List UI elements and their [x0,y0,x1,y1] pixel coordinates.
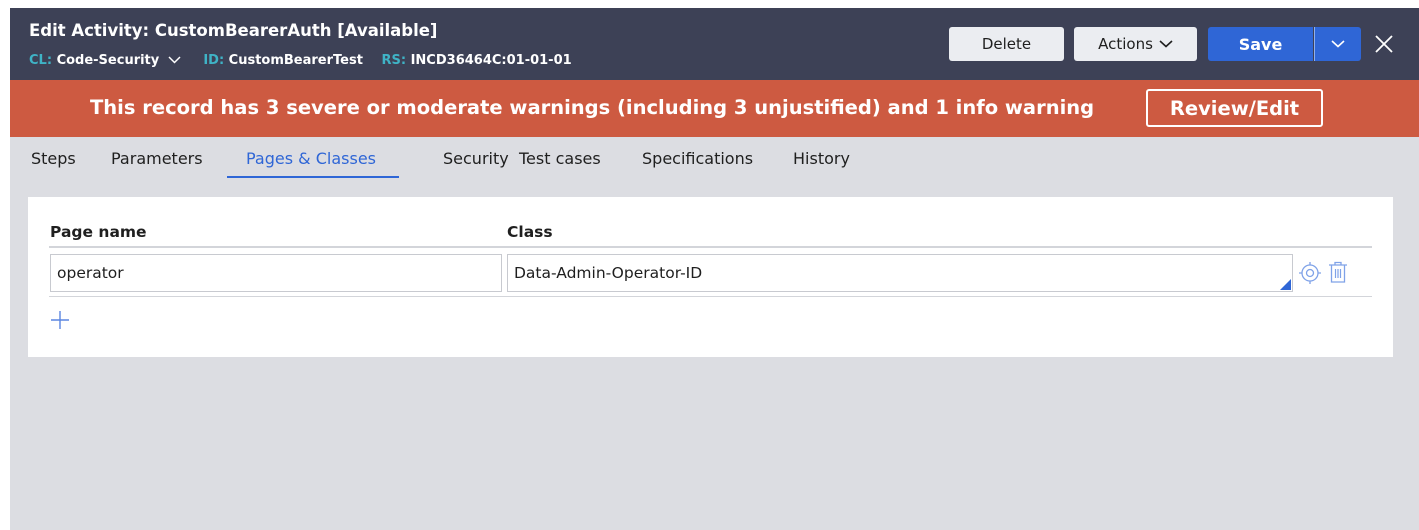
actions-button[interactable]: Actions [1074,27,1197,61]
id-value: CustomBearerTest [228,53,363,68]
tab-specifications[interactable]: Specifications [642,149,753,168]
header-divider [49,246,1372,248]
close-button[interactable] [1373,33,1395,55]
chevron-down-icon[interactable] [168,53,181,68]
trash-icon [1329,261,1347,283]
rs-value: INCD36464C:01-01-01 [410,53,572,68]
class-input[interactable]: Data-Admin-Operator-ID [507,254,1293,292]
record-header: Edit Activity: CustomBearerAuth [Availab… [10,8,1419,80]
chevron-down-icon [1331,40,1345,48]
review-edit-button[interactable]: Review/Edit [1146,89,1323,127]
tab-steps[interactable]: Steps [31,149,76,168]
delete-row-button[interactable] [1327,260,1349,288]
warning-banner: This record has 3 severe or moderate war… [10,80,1419,137]
column-header-class: Class [507,223,553,241]
save-button-label: Save [1238,34,1283,54]
page-name-input[interactable]: operator [50,254,502,292]
active-tab-indicator [227,176,399,178]
tab-parameters[interactable]: Parameters [111,149,203,168]
warning-message: This record has 3 severe or moderate war… [90,96,1095,119]
id-label: ID: [203,53,225,68]
left-margin [0,8,10,530]
tab-history[interactable]: History [793,149,850,168]
class-value: Data-Admin-Operator-ID [514,264,703,282]
tab-pages-classes[interactable]: Pages & Classes [246,149,376,168]
target-icon [1299,262,1321,284]
plus-icon [51,311,69,329]
save-button[interactable]: Save [1208,27,1313,61]
cl-label: CL: [29,53,53,68]
open-class-button[interactable] [1298,261,1322,289]
review-edit-label: Review/Edit [1169,96,1300,120]
delete-button[interactable]: Delete [949,27,1064,61]
chevron-down-icon [1159,40,1173,48]
record-meta: CL: Code-Security ID: CustomBearerTest R… [29,53,572,68]
cl-value[interactable]: Code-Security [57,53,160,68]
save-options-button[interactable] [1314,27,1361,61]
tab-security[interactable]: Security [443,149,509,168]
page-name-value: operator [57,264,124,282]
pages-classes-panel: Page name Class operator Data-Admin-Oper… [28,197,1393,357]
close-icon [1375,35,1393,53]
add-row-button[interactable] [50,310,70,334]
tab-bar: Steps Parameters Pages & Classes Securit… [10,137,1419,181]
autocomplete-indicator [1280,279,1291,290]
actions-button-label: Actions [1098,35,1153,53]
rs-label: RS: [381,53,407,68]
column-header-page-name: Page name [50,223,147,241]
row-divider [49,296,1372,297]
delete-button-label: Delete [981,35,1032,53]
record-title: Edit Activity: CustomBearerAuth [Availab… [29,21,438,40]
tab-test-cases[interactable]: Test cases [519,149,601,168]
